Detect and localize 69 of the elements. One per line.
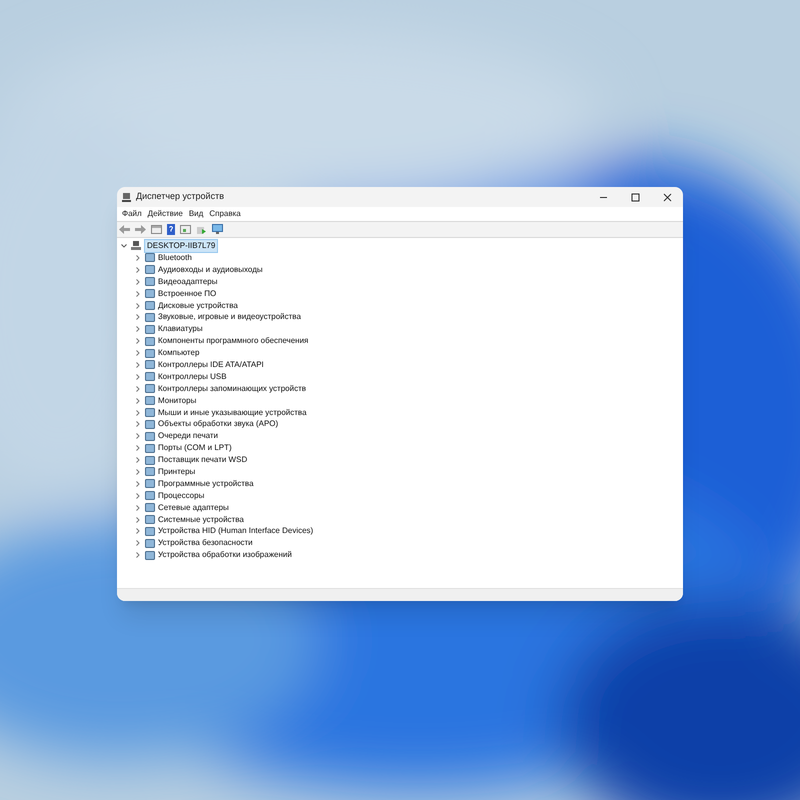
chevron-right-icon[interactable] [134, 372, 142, 381]
chevron-right-icon[interactable] [134, 468, 142, 476]
chevron-right-icon[interactable] [134, 266, 142, 274]
tree-item[interactable]: Мыши и иные указывающие устройства [158, 406, 307, 419]
tree-item[interactable]: Компьютер [158, 347, 200, 360]
chevron-right-icon[interactable] [134, 302, 142, 310]
menu-item[interactable]: Вид [186, 208, 206, 220]
forward-arrow-icon[interactable] [135, 225, 146, 234]
chevron-down-icon[interactable] [120, 242, 128, 250]
computer-icon [131, 241, 141, 251]
chevron-right-icon[interactable] [134, 349, 142, 358]
tree-item[interactable]: Поставщик печати WSD [158, 454, 248, 466]
tree-item[interactable]: Контроллеры запоминающих устройств [158, 382, 306, 395]
chevron-right-icon[interactable] [134, 492, 142, 500]
menu-item[interactable]: Действие [144, 208, 186, 220]
properties-icon[interactable] [151, 225, 162, 234]
chevron-right-icon[interactable] [134, 504, 142, 512]
tree-item[interactable]: Устройства обработки изображений [158, 549, 292, 562]
chevron-right-icon[interactable] [134, 551, 142, 560]
monitor-icon[interactable] [212, 224, 223, 235]
chevron-right-icon[interactable] [134, 360, 142, 369]
computer-icon [121, 192, 132, 202]
chevron-right-icon[interactable] [134, 516, 142, 524]
tree-item[interactable]: Очереди печати [158, 430, 218, 442]
tree-item[interactable]: Объекты обработки звука (APO) [158, 418, 278, 430]
window-title: Диспетчер устройств [136, 190, 224, 204]
chevron-right-icon[interactable] [134, 539, 142, 548]
tree-item[interactable]: Программные устройства [158, 478, 254, 490]
tree-item[interactable]: Системные устройства [158, 514, 244, 526]
back-arrow-icon[interactable] [119, 225, 130, 234]
tree-item[interactable]: Контроллеры IDE ATA/ATAPI [158, 358, 264, 371]
tree-item[interactable]: Bluetooth [158, 252, 192, 264]
tree-item[interactable]: Встроенное ПО [158, 288, 216, 300]
chevron-right-icon[interactable] [134, 384, 142, 393]
menu-item[interactable]: Файл [119, 208, 145, 220]
tree-item[interactable]: Аудиовходы и аудиовыходы [158, 264, 263, 276]
tree-item[interactable]: Дисковые устройства [158, 300, 238, 312]
maximize-icon[interactable] [630, 192, 640, 202]
tree-item[interactable]: Контроллеры USB [158, 370, 227, 383]
chevron-right-icon[interactable] [134, 444, 142, 452]
tree-item[interactable]: Процессоры [158, 490, 204, 502]
chevron-right-icon[interactable] [134, 480, 142, 488]
tree-item[interactable]: Клавиатуры [158, 323, 203, 336]
tree-item[interactable]: Компоненты программного обеспечения [158, 335, 308, 348]
help-icon[interactable] [167, 224, 175, 235]
tree-item[interactable]: Звуковые, игровые и видеоустройства [158, 311, 301, 324]
chevron-right-icon[interactable] [134, 278, 142, 286]
chevron-right-icon[interactable] [134, 290, 142, 298]
tree-item[interactable]: Мониторы [158, 394, 196, 407]
chevron-right-icon[interactable] [134, 420, 142, 428]
chevron-right-icon[interactable] [134, 432, 142, 440]
chevron-right-icon[interactable] [134, 396, 142, 405]
chevron-right-icon[interactable] [134, 527, 142, 536]
chevron-right-icon[interactable] [134, 408, 142, 417]
close-icon[interactable] [662, 192, 672, 202]
chevron-right-icon[interactable] [134, 254, 142, 262]
chevron-right-icon[interactable] [134, 456, 142, 464]
tree-item[interactable]: Видеоадаптеры [158, 276, 218, 288]
tree-item[interactable]: Сетевые адаптеры [158, 502, 229, 514]
window-icon[interactable] [180, 225, 191, 234]
tree-item[interactable]: Порты (COM и LPT) [158, 442, 232, 454]
menu-item[interactable]: Справка [206, 208, 244, 220]
tree-item[interactable]: DESKTOP-IIB7L79 [144, 239, 218, 253]
chevron-right-icon[interactable] [134, 325, 142, 334]
chevron-right-icon[interactable] [134, 337, 142, 346]
chevron-right-icon[interactable] [134, 313, 142, 322]
tree-item[interactable]: Устройства безопасности [158, 537, 253, 550]
tree-item[interactable]: Принтеры [158, 466, 196, 478]
tree-item[interactable]: Устройства HID (Human Interface Devices) [158, 525, 314, 538]
